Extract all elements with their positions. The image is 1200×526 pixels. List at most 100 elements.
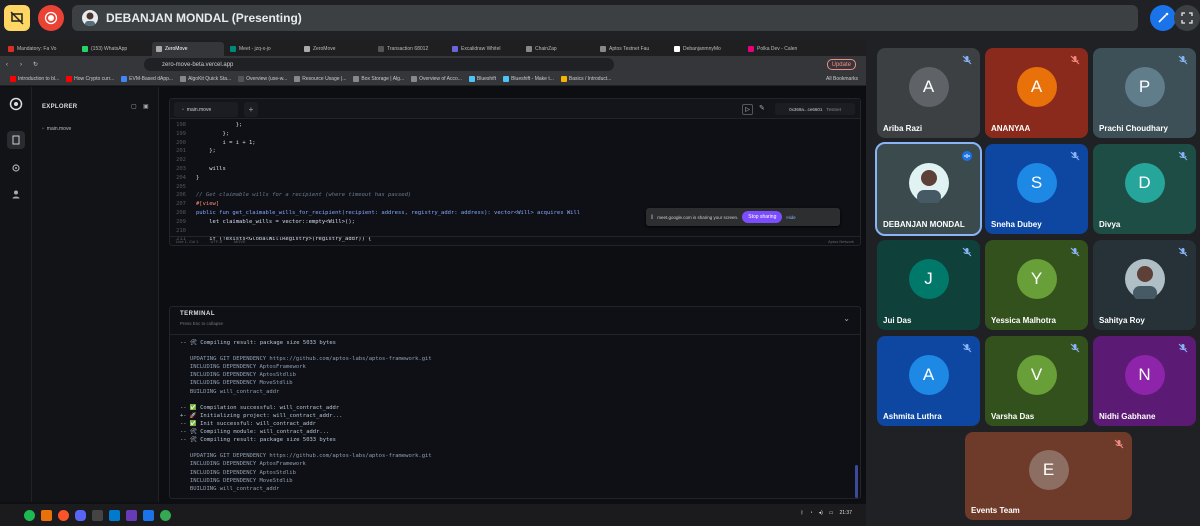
- presenter-avatar: [82, 10, 98, 26]
- wifi-icon[interactable]: ◔: [810, 510, 813, 516]
- browser-tab[interactable]: Aptos Testnet Fau: [596, 42, 668, 56]
- stop-sharing-button[interactable]: Stop sharing: [742, 211, 783, 223]
- brave-icon[interactable]: [58, 509, 69, 521]
- presenter-banner[interactable]: DEBANJAN MONDAL (Presenting): [72, 5, 1138, 31]
- deploy-icon[interactable]: ✎: [759, 104, 765, 112]
- favicon-icon: [8, 46, 14, 52]
- terminal-line: BUILDING will_contract_addr: [180, 388, 280, 395]
- terminal-header[interactable]: TERMINAL Press Esc to collapse ⌄: [170, 307, 860, 335]
- browser-tab[interactable]: Polka Dev - Calen: [744, 42, 816, 56]
- screenshot-icon[interactable]: [143, 509, 154, 521]
- bookmark-item[interactable]: Basics / Introduct...: [560, 76, 611, 82]
- account-icon[interactable]: [7, 185, 25, 203]
- participant-name: Yessica Malhotra: [991, 316, 1056, 325]
- participant-tile[interactable]: A Ashmita Luthra: [877, 336, 980, 426]
- terminal-line: INCLUDING DEPENDENCY AptosStdlib: [180, 469, 296, 476]
- app-icon[interactable]: [126, 509, 137, 521]
- participant-tile[interactable]: J Jui Das: [877, 240, 980, 330]
- url-field[interactable]: zero-move-beta.vercel.app: [144, 58, 614, 71]
- volume-icon[interactable]: ◂): [819, 510, 823, 516]
- shared-screen: Mandatory: Fa Vo (153) WhatsApp ZeroMove Me…: [0, 40, 866, 526]
- mic-off-icon: [960, 341, 974, 355]
- bookmark-item[interactable]: Overview (use-w...: [238, 76, 287, 82]
- favicon-icon: [452, 46, 458, 52]
- run-icon[interactable]: ▷: [742, 104, 753, 115]
- avatar: J: [908, 259, 949, 299]
- tab-main-move[interactable]: ▫ main.move: [174, 102, 238, 117]
- browser-tab[interactable]: (153) WhatsApp: [78, 42, 150, 56]
- update-button[interactable]: Update: [826, 59, 856, 70]
- record-button[interactable]: [38, 5, 64, 31]
- participant-tile[interactable]: N Nidhi Gabhane: [1093, 336, 1196, 426]
- forward-icon[interactable]: ›: [20, 62, 22, 68]
- new-file-icon[interactable]: ▢: [131, 103, 137, 110]
- bookmark-item[interactable]: Blueshift: [468, 76, 496, 82]
- all-bookmarks-button[interactable]: All Bookmarks: [826, 76, 858, 82]
- browser-tab[interactable]: Meet - jzq-x-jo: [226, 42, 298, 56]
- activity-rail: [0, 87, 32, 502]
- terminal-panel[interactable]: TERMINAL Press Esc to collapse ⌄ -- 🛠 Co…: [169, 306, 861, 499]
- browser-tab[interactable]: ZeroMove: [152, 42, 224, 56]
- participant-tile[interactable]: S Sneha Dubey: [985, 144, 1088, 234]
- explorer-file-item[interactable]: ▫ main.move: [42, 126, 71, 132]
- vscode-icon[interactable]: [109, 509, 120, 521]
- participant-tile[interactable]: E Events Team: [965, 432, 1132, 520]
- hide-button[interactable]: Hide: [786, 215, 795, 220]
- bookmark-item[interactable]: How Crypto curr...: [66, 76, 114, 82]
- mic-off-icon: [960, 245, 974, 259]
- browser-tab[interactable]: ChainZap: [522, 42, 594, 56]
- mic-off-icon: [1112, 437, 1126, 451]
- browser-tab[interactable]: ZeroMove: [300, 42, 372, 56]
- avatar: A: [1016, 67, 1057, 107]
- settings-icon[interactable]: [7, 159, 25, 177]
- bookmark-item[interactable]: AlgoKit Quick Sta...: [180, 76, 231, 82]
- editor-status-bar: Line 1, Col 1 UTF-8 MOVE Aptos Network: [170, 236, 860, 245]
- terminal-line: INCLUDING DEPENDENCY AptosStdlib: [180, 372, 296, 379]
- terminal-scrollbar[interactable]: [855, 465, 858, 498]
- bookmark-item[interactable]: Blueshift - Make t...: [503, 76, 554, 82]
- bookmark-item[interactable]: Overview of Acco...: [411, 76, 462, 82]
- participant-tile[interactable]: V Varsha Das: [985, 336, 1088, 426]
- avatar: [1124, 259, 1165, 299]
- browser-tab[interactable]: Excalidraw Whitel: [448, 42, 520, 56]
- browser-tab[interactable]: Mandatory: Fa Vo: [4, 42, 76, 56]
- fullscreen-button[interactable]: [1174, 5, 1200, 31]
- bluetooth-icon[interactable]: ᛒ: [801, 510, 804, 516]
- participant-name: Nidhi Gabhane: [1099, 412, 1156, 421]
- present-off-button[interactable]: [4, 5, 30, 31]
- terminal-line: +- 🚀 Initializing project: will_contract…: [180, 412, 343, 419]
- mic-off-icon: [1176, 53, 1190, 67]
- new-folder-icon[interactable]: ▣: [143, 103, 149, 110]
- battery-icon[interactable]: ▭: [829, 510, 834, 516]
- participant-tile[interactable]: A Ariba Razi: [877, 48, 980, 138]
- code-line: 202: [176, 157, 186, 164]
- bookmark-item[interactable]: Box Storage | Alg...: [353, 76, 404, 82]
- bookmark-item[interactable]: Introduction to bl...: [10, 76, 59, 82]
- add-tab-button[interactable]: +: [244, 102, 258, 117]
- effects-button[interactable]: [1150, 5, 1176, 31]
- participant-tile[interactable]: Y Yessica Malhotra: [985, 240, 1088, 330]
- terminal-app-icon[interactable]: [92, 509, 103, 521]
- bookmark-item[interactable]: Resource Usage |...: [294, 76, 346, 82]
- participant-tile[interactable]: P Prachi Choudhary: [1093, 48, 1196, 138]
- wallet-address-pill[interactable]: 0x369a...ce6601 Testnet: [775, 103, 855, 115]
- spotify-icon[interactable]: [24, 509, 35, 521]
- browser-tab[interactable]: Transaction 68012: [374, 42, 446, 56]
- bookmark-item[interactable]: EVM-Based dApp...: [121, 76, 173, 82]
- reload-icon[interactable]: ↻: [33, 61, 38, 68]
- files-icon[interactable]: [7, 131, 25, 149]
- code-line: 205: [176, 183, 186, 190]
- chrome-icon[interactable]: [160, 509, 171, 521]
- participant-tile[interactable]: Sahitya Roy: [1093, 240, 1196, 330]
- favicon-icon: [468, 76, 475, 82]
- chevron-down-icon[interactable]: ⌄: [843, 314, 850, 323]
- discord-icon[interactable]: [75, 509, 86, 521]
- browser-tab[interactable]: DebanjanmnyMo: [670, 42, 742, 56]
- participant-tile[interactable]: A ANANYAA: [985, 48, 1088, 138]
- back-icon[interactable]: ‹: [6, 62, 8, 68]
- participant-tile[interactable]: DEBANJAN MONDAL: [875, 142, 982, 236]
- participant-tile[interactable]: D Divya: [1093, 144, 1196, 234]
- files-app-icon[interactable]: [41, 509, 52, 521]
